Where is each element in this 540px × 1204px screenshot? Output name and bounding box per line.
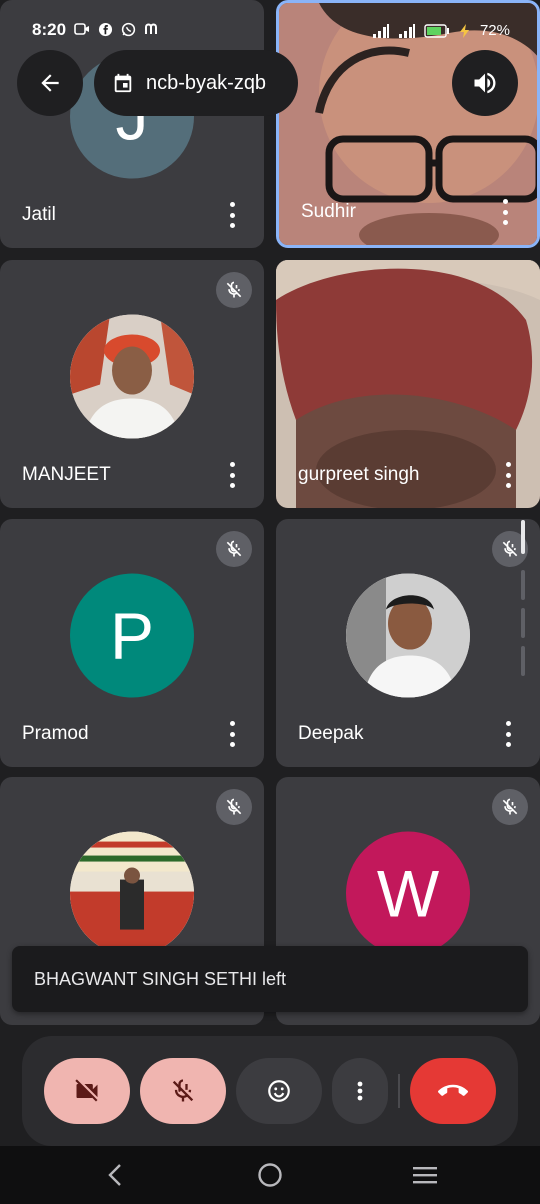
speaker-icon [474,72,496,94]
calendar-icon [114,73,132,93]
nav-recents-icon [413,1167,437,1184]
meeting-info-chip[interactable]: ncb-byak-zqb [94,50,298,116]
controls-divider [398,1074,400,1108]
mic-off-icon [216,272,252,308]
meeting-code: ncb-byak-zqb [146,71,267,94]
mic-toggle-button[interactable] [140,1058,226,1124]
participant-tile-jatil[interactable]: J Jatil [0,0,264,248]
camera-off-icon [75,1079,98,1102]
back-button[interactable] [17,50,83,116]
participant-name: Deepak [298,723,364,744]
participant-tile-sudhir[interactable]: Sudhir [276,0,540,248]
scroll-thumb[interactable] [521,520,525,554]
nav-home-icon [258,1163,282,1187]
mic-off-icon [216,531,252,567]
more-options-icon[interactable] [498,721,518,747]
end-call-button[interactable] [410,1058,496,1124]
arrow-back-icon [41,74,59,92]
avatar [346,573,470,698]
nav-back-button[interactable] [100,1162,130,1188]
scroll-indicator[interactable] [521,520,525,676]
system-nav-bar [0,1146,540,1204]
more-options-icon[interactable] [222,202,242,228]
toast-message: BHAGWANT SINGH SETHI left [34,968,287,989]
avatar [70,831,194,956]
call-controls-bar [22,1036,518,1146]
scroll-segment [521,646,525,676]
mic-off-icon [492,789,528,825]
camera-toggle-button[interactable] [44,1058,130,1124]
emoji-icon [268,1080,290,1102]
audio-output-button[interactable] [452,50,518,116]
mic-off-icon [216,789,252,825]
nav-recents-button[interactable] [410,1162,440,1188]
more-options-icon[interactable] [222,721,242,747]
participant-name: Jatil [22,204,56,225]
avatar [70,314,194,439]
more-options-icon[interactable] [495,199,515,225]
nav-back-icon [108,1164,121,1186]
avatar: W [346,831,470,956]
mic-off-icon [172,1079,194,1102]
participant-tile-pramod[interactable]: P Pramod [0,519,264,767]
nav-home-button[interactable] [255,1162,285,1188]
participant-name: Pramod [22,723,89,744]
meet-call-screen: J Jatil Sudhir MANJEET gurpreet singh P … [0,0,540,1204]
participant-name: MANJEET [22,464,111,485]
participant-tile-manjeet[interactable]: MANJEET [0,260,264,508]
participant-name: Sudhir [301,201,356,222]
call-end-icon [438,1084,468,1096]
reactions-button[interactable] [236,1058,322,1124]
more-options-button[interactable] [332,1058,388,1124]
more-vert-icon [357,1081,363,1101]
avatar: P [70,573,194,698]
participant-name: gurpreet singh [298,464,420,485]
more-options-icon[interactable] [222,462,242,488]
participant-tile-gurpreet-singh[interactable]: gurpreet singh [276,260,540,508]
participant-tile-deepak[interactable]: Deepak [276,519,540,767]
more-options-icon[interactable] [498,462,518,488]
snackbar-toast: BHAGWANT SINGH SETHI left [12,946,528,1012]
scroll-segment [521,608,525,638]
scroll-segment [521,570,525,600]
